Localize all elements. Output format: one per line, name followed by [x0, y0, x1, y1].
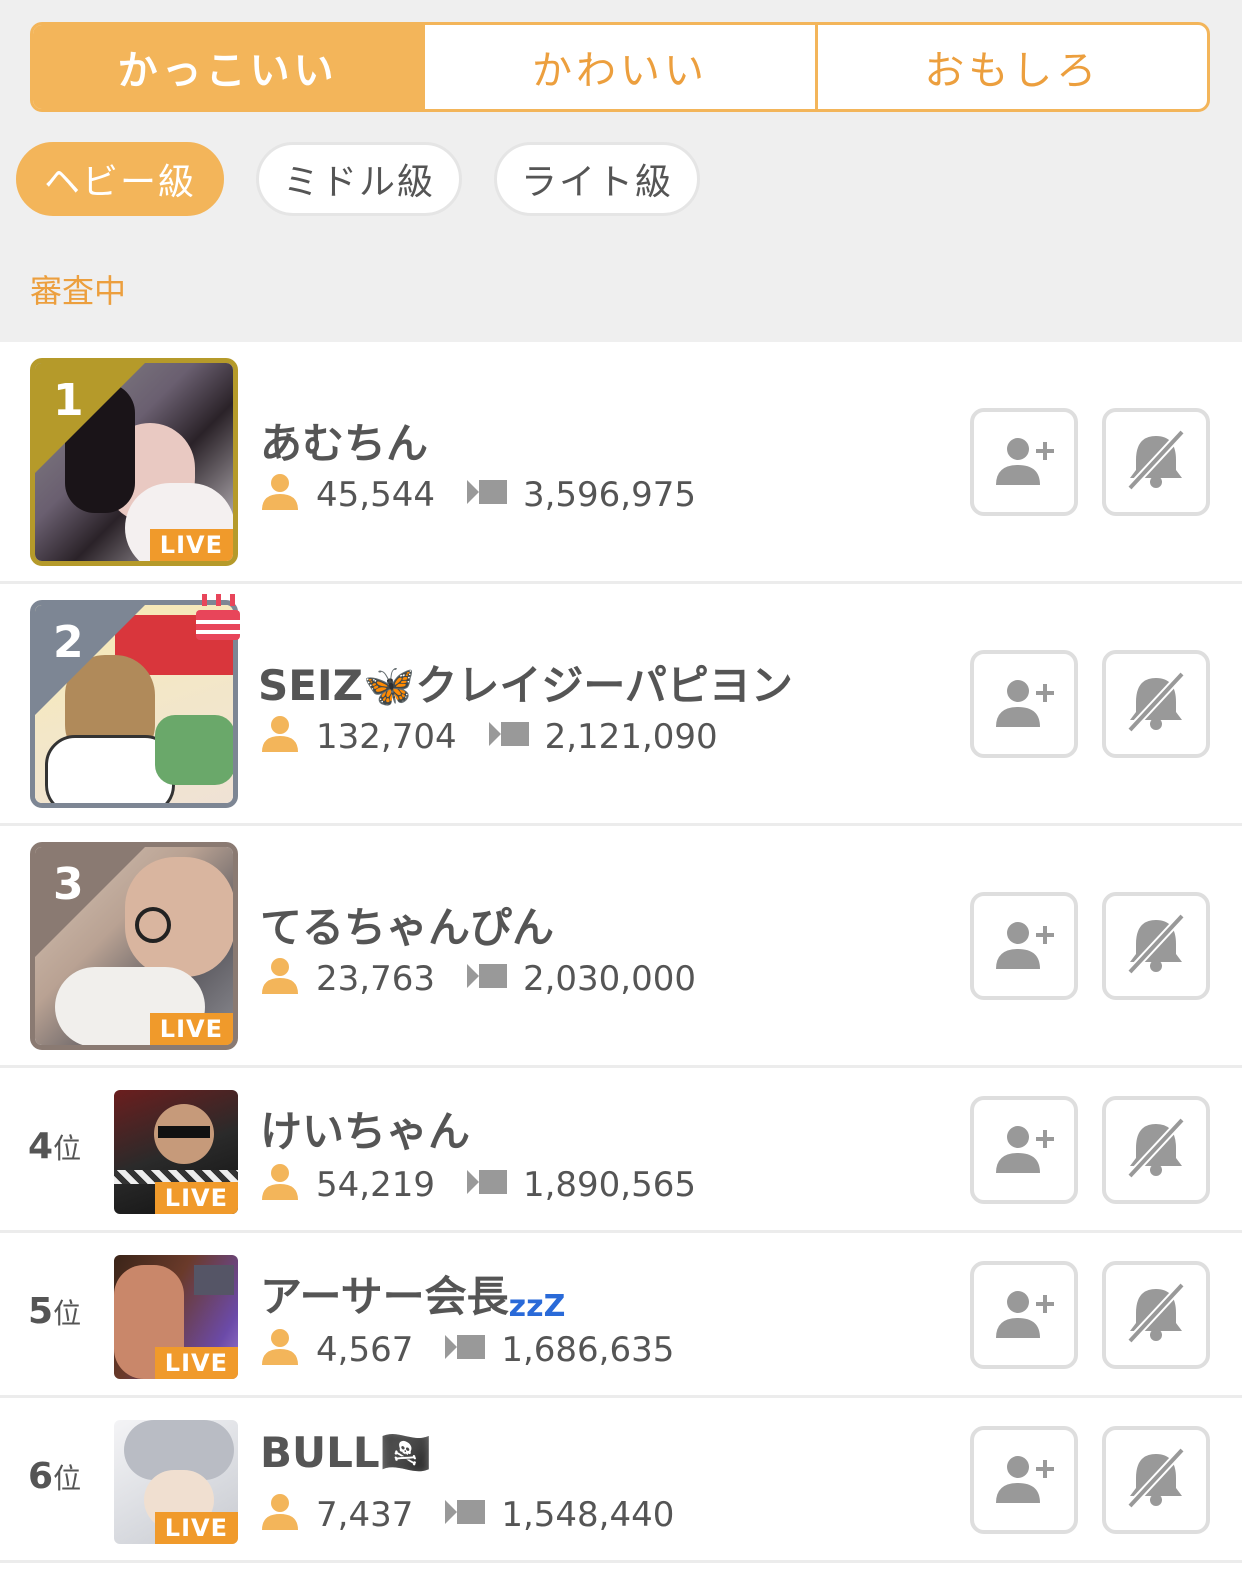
bell-off-icon [1124, 913, 1188, 978]
stats: 7,437 1,548,440 [260, 1490, 674, 1539]
pill-heavyweight[interactable]: ヘビー級 [16, 142, 224, 216]
follow-button[interactable] [970, 408, 1078, 516]
person-icon [260, 1490, 300, 1539]
live-badge: LIVE [149, 1013, 233, 1045]
bell-off-icon [1124, 1117, 1188, 1182]
video-icon [466, 1165, 507, 1205]
stats: 54,219 1,890,565 [260, 1160, 696, 1209]
bell-off-icon [1124, 1282, 1188, 1347]
ranking-row[interactable]: 6位 LIVE BULL🏴‍☠️ 7,437 1,548,440 [0, 1398, 1242, 1563]
view-count: 1,548,440 [501, 1494, 675, 1535]
video-icon [466, 475, 507, 515]
ranking-row[interactable]: 5位 LIVE アーサー会長zzZ 4,567 1,686,635 [0, 1233, 1242, 1398]
rank-flag-bronze [35, 847, 145, 957]
video-icon [445, 1495, 486, 1535]
add-user-icon [992, 677, 1056, 731]
bell-off-icon [1124, 671, 1188, 736]
avatar[interactable]: LIVE [114, 1090, 238, 1214]
rank-number: 2 [53, 617, 84, 668]
ranking-row[interactable]: 4位 LIVE けいちゃん 54,219 1,890,565 [0, 1068, 1242, 1233]
follower-count: 132,704 [316, 716, 457, 757]
add-user-icon [992, 1288, 1056, 1342]
tab-kakkoii[interactable]: かっこいい [33, 25, 423, 109]
live-badge: LIVE [154, 1182, 238, 1214]
follow-button[interactable] [970, 1096, 1078, 1204]
video-icon [466, 959, 507, 999]
bell-off-icon [1124, 1447, 1188, 1512]
stats: 23,763 2,030,000 [260, 954, 696, 1003]
follower-count: 7,437 [316, 1494, 414, 1535]
notify-button[interactable] [1102, 408, 1210, 516]
ranking-row[interactable]: 2 SEIZ🦋クレイジーパピヨン 132,704 2,121,090 [0, 584, 1242, 826]
streamer-name[interactable]: あむちん [260, 410, 428, 471]
avatar[interactable]: LIVE [114, 1255, 238, 1379]
follower-count: 45,544 [316, 474, 435, 515]
ranking-row[interactable]: 3 LIVE てるちゃんぴん 23,763 2,030,000 [0, 826, 1242, 1068]
streamer-name[interactable]: BULL🏴‍☠️ [260, 1428, 432, 1478]
add-user-icon [992, 919, 1056, 973]
add-user-icon [992, 1453, 1056, 1507]
live-badge: LIVE [149, 529, 233, 561]
bell-off-icon [1124, 429, 1188, 494]
notify-button[interactable] [1102, 892, 1210, 1000]
header-area: かっこいい かわいい おもしろ ヘビー級 ミドル級 ライト級 審査中 [0, 0, 1242, 342]
cake-icon [192, 590, 244, 646]
add-user-icon [992, 1123, 1056, 1177]
video-icon [445, 1330, 486, 1370]
live-badge: LIVE [154, 1512, 238, 1544]
streamer-name[interactable]: アーサー会長zzZ [260, 1263, 565, 1324]
tab-kawaii[interactable]: かわいい [422, 25, 814, 109]
person-icon [260, 470, 300, 519]
person-icon [260, 1325, 300, 1374]
notify-button[interactable] [1102, 1426, 1210, 1534]
video-icon [488, 717, 529, 757]
pill-lightweight[interactable]: ライト級 [494, 142, 700, 216]
streamer-name[interactable]: SEIZ🦋クレイジーパピヨン [258, 652, 793, 713]
streamer-name[interactable]: てるちゃんぴん [260, 894, 554, 955]
follow-button[interactable] [970, 892, 1078, 1000]
rank-number: 3 [53, 859, 84, 910]
notify-button[interactable] [1102, 650, 1210, 758]
stats: 4,567 1,686,635 [260, 1325, 674, 1374]
follower-count: 4,567 [316, 1329, 414, 1370]
stats: 132,704 2,121,090 [260, 712, 718, 761]
stats: 45,544 3,596,975 [260, 470, 696, 519]
rank-label: 5位 [28, 1291, 82, 1332]
follow-button[interactable] [970, 650, 1078, 758]
status-label: 審査中 [30, 272, 127, 310]
view-count: 3,596,975 [522, 474, 697, 515]
rank-flag-gold [35, 363, 145, 473]
follower-count: 23,763 [316, 958, 435, 999]
tab-omoshiro[interactable]: おもしろ [814, 25, 1207, 109]
live-badge: LIVE [154, 1347, 238, 1379]
pill-middleweight[interactable]: ミドル級 [256, 142, 462, 216]
sleep-icon: zzZ [508, 1289, 566, 1324]
person-icon [260, 1160, 300, 1209]
view-count: 2,121,090 [544, 716, 718, 757]
streamer-name[interactable]: けいちゃん [260, 1098, 470, 1159]
person-icon [260, 954, 300, 1003]
add-user-icon [992, 435, 1056, 489]
rank-label: 6位 [28, 1456, 82, 1497]
avatar[interactable]: 1 LIVE [30, 358, 238, 566]
view-count: 1,686,635 [501, 1329, 675, 1370]
follow-button[interactable] [970, 1261, 1078, 1369]
notify-button[interactable] [1102, 1261, 1210, 1369]
rank-number: 1 [53, 375, 84, 426]
view-count: 2,030,000 [522, 958, 697, 999]
follower-count: 54,219 [316, 1164, 435, 1205]
view-count: 1,890,565 [522, 1164, 697, 1205]
avatar[interactable]: LIVE [114, 1420, 238, 1544]
rank-flag-silver [35, 605, 145, 715]
person-icon [260, 712, 300, 761]
avatar[interactable]: 3 LIVE [30, 842, 238, 1050]
follow-button[interactable] [970, 1426, 1078, 1534]
rank-label: 4位 [28, 1126, 82, 1167]
category-tabs: かっこいい かわいい おもしろ [30, 22, 1210, 112]
notify-button[interactable] [1102, 1096, 1210, 1204]
weight-class-filter: ヘビー級 ミドル級 ライト級 [16, 142, 700, 216]
ranking-row[interactable]: 1 LIVE あむちん 45,544 3,596,975 [0, 342, 1242, 584]
